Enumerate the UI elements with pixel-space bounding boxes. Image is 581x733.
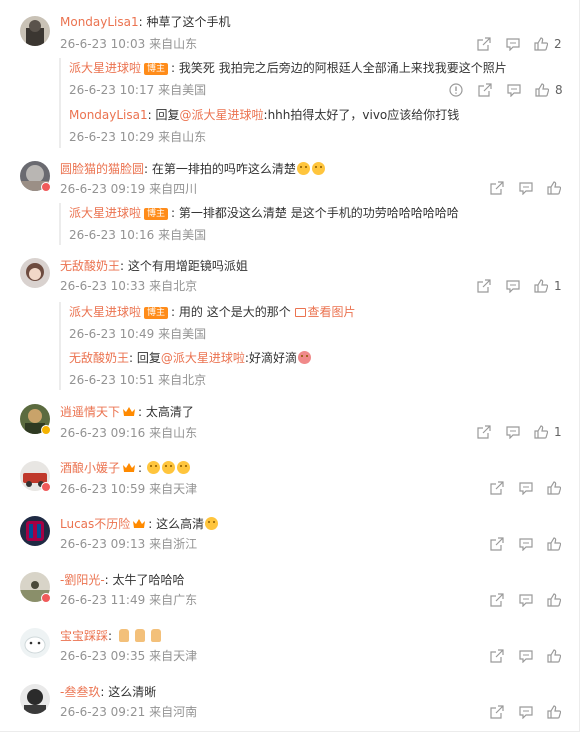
share-icon[interactable] [490,649,504,663]
emoji-icon [176,461,190,474]
emoji-icon [161,461,175,474]
comment-icon[interactable] [506,37,520,51]
comment-username[interactable]: -劉阳光- [60,573,105,587]
share-icon[interactable] [478,83,492,97]
crown-icon [123,463,136,472]
avatar[interactable] [20,628,50,658]
comment-icon[interactable] [506,425,520,439]
emoji-icon [146,461,160,474]
like-count: 1 [554,425,562,439]
like-icon[interactable] [534,279,548,293]
author-tag: 博主 [144,208,169,220]
reply-list: 派大星进球啦 博主: 用的 这个是大的那个 查看图片 26-6-23 10:49 … [59,302,561,390]
comment-text: 这个有用增距镜吗派姐 [127,259,248,273]
comment-icon[interactable] [519,481,533,495]
comment-icon[interactable] [519,705,533,719]
avatar[interactable] [20,684,50,714]
comment-username[interactable]: 圆脸猫的猫脸圆 [60,162,144,176]
like-count: 8 [555,83,563,97]
member-badge-icon [41,482,51,492]
crown-icon [133,519,146,528]
emoji-icon [296,162,310,175]
author-tag: 博主 [144,307,169,319]
comment-username[interactable]: 逍遥情天下 [60,405,120,419]
reply-text: hhh拍得太好了，vivo应该给你打钱 [267,108,460,122]
share-icon[interactable] [477,279,491,293]
mention-link[interactable]: @派大星进球啦 [180,108,264,122]
emoji-icon [205,517,219,530]
emoji-icon [311,162,325,175]
share-icon[interactable] [490,181,504,195]
reply-list: 派大星进球啦 博主: 我笑死 我拍完之后旁边的阿根廷人全部涌上来找我要这个照片 2… [59,58,563,148]
comment-text: 这么高清 [156,517,205,531]
comment-icon[interactable] [519,593,533,607]
like-icon[interactable] [547,481,561,495]
comment-username[interactable]: 无敌酸奶王 [60,259,120,273]
image-icon [294,308,306,317]
reply-username[interactable]: MondayLisa1 [69,108,148,122]
emoji-icon [297,351,311,364]
crown-icon [123,407,136,416]
comment-location: 来自山东 [149,37,198,51]
thumbs-up-emoji-icon [134,629,145,642]
like-icon[interactable] [535,83,549,97]
author-tag: 博主 [144,63,169,75]
reply-text: 第一排都没这么清楚 是这个手机的功劳哈哈哈哈哈哈 [178,206,459,220]
like-icon[interactable] [547,649,561,663]
like-icon[interactable] [547,181,561,195]
mention-link[interactable]: @派大星进球啦 [161,351,245,365]
avatar[interactable] [20,516,50,546]
like-count: 1 [554,279,562,293]
reply-text: 用的 这个是大的那个 [178,305,291,319]
reply-list: 派大星进球啦 博主: 第一排都没这么清楚 是这个手机的功劳哈哈哈哈哈哈 26-6-… [59,203,561,245]
comment-username[interactable]: MondayLisa1 [60,15,139,29]
comment-username[interactable]: 宝宝踩踩 [60,629,108,643]
comment-text: 太高清了 [145,405,194,419]
comment-icon[interactable] [519,537,533,551]
like-icon[interactable] [547,593,561,607]
comment-username[interactable]: -叁叁玖 [60,685,100,699]
reply-text: 好滴好滴 [248,351,297,365]
comment-icon[interactable] [506,279,520,293]
report-icon[interactable] [449,83,463,97]
comment-icon[interactable] [519,649,533,663]
like-icon[interactable] [547,537,561,551]
thumbs-up-emoji-icon [118,629,129,642]
share-icon[interactable] [490,705,504,719]
comment-time: 26-6-23 10:03 [60,37,146,51]
share-icon[interactable] [490,593,504,607]
comment-text: 太牛了哈哈哈 [112,573,185,587]
comment-icon[interactable] [507,83,521,97]
member-badge-icon [41,182,51,192]
member-badge-icon [41,593,51,603]
view-image-link[interactable]: 查看图片 [291,305,356,319]
comment-text: 种草了这个手机 [146,15,231,29]
reply-username[interactable]: 无敌酸奶王 [69,351,129,365]
comment-icon[interactable] [519,181,533,195]
reply-username[interactable]: 派大星进球啦 [69,305,141,319]
like-icon[interactable] [534,425,548,439]
share-icon[interactable] [477,37,491,51]
like-count: 2 [554,37,562,51]
reply-username[interactable]: 派大星进球啦 [69,206,141,220]
reply-username[interactable]: 派大星进球啦 [69,61,141,75]
comment-text: 在第一排拍的吗咋这么清楚 [151,162,296,176]
comment-username[interactable]: Lucas不历险 [60,517,130,531]
comment-username[interactable]: 酒酿小媛子 [60,461,120,475]
like-icon[interactable] [534,37,548,51]
share-icon[interactable] [490,537,504,551]
thumbs-up-emoji-icon [150,629,161,642]
share-icon[interactable] [490,481,504,495]
comment-text: 这么清晰 [108,685,157,699]
like-icon[interactable] [547,705,561,719]
avatar[interactable] [20,16,50,46]
reply-text: 我笑死 我拍完之后旁边的阿根廷人全部涌上来找我要这个照片 [178,61,507,75]
avatar[interactable] [20,258,50,288]
verified-icon [41,425,51,435]
share-icon[interactable] [477,425,491,439]
